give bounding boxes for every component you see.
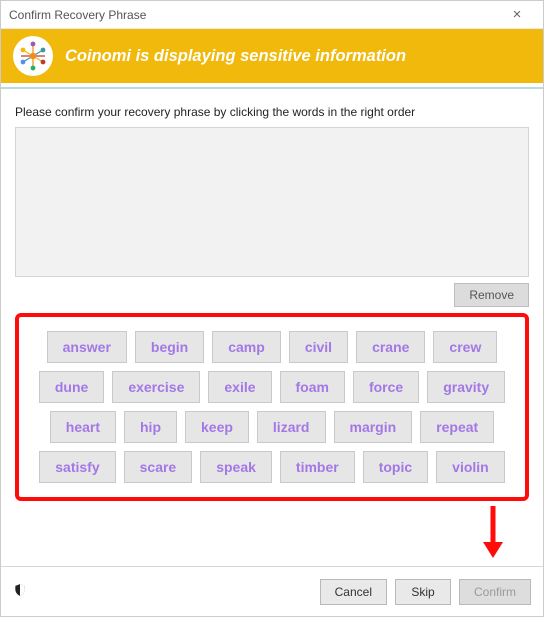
word-button-exile[interactable]: exile bbox=[208, 371, 271, 403]
word-button-crew[interactable]: crew bbox=[433, 331, 497, 363]
word-button-keep[interactable]: keep bbox=[185, 411, 249, 443]
close-icon[interactable]: × bbox=[499, 6, 535, 24]
word-button-satisfy[interactable]: satisfy bbox=[39, 451, 115, 483]
word-button-gravity[interactable]: gravity bbox=[427, 371, 505, 403]
selected-phrase-area bbox=[15, 127, 529, 277]
coinomi-logo-icon bbox=[13, 36, 53, 76]
word-button-answer[interactable]: answer bbox=[47, 331, 127, 363]
cancel-button[interactable]: Cancel bbox=[320, 579, 387, 605]
word-button-force[interactable]: force bbox=[353, 371, 419, 403]
footer-actions: Cancel Skip Confirm bbox=[320, 579, 531, 605]
banner-underline bbox=[1, 85, 543, 89]
instruction-text: Please confirm your recovery phrase by c… bbox=[15, 105, 529, 119]
remove-button[interactable]: Remove bbox=[454, 283, 529, 307]
word-button-margin[interactable]: margin bbox=[334, 411, 413, 443]
word-button-scare[interactable]: scare bbox=[124, 451, 193, 483]
window-title: Confirm Recovery Phrase bbox=[9, 8, 146, 22]
shield-icon bbox=[13, 583, 27, 600]
word-grid: answerbegincampcivilcranecrew duneexercis… bbox=[15, 313, 529, 501]
banner-title: Coinomi is displaying sensitive informat… bbox=[65, 47, 406, 66]
word-button-foam[interactable]: foam bbox=[280, 371, 345, 403]
confirm-button[interactable]: Confirm bbox=[459, 579, 531, 605]
word-button-heart[interactable]: heart bbox=[50, 411, 116, 443]
word-button-camp[interactable]: camp bbox=[212, 331, 281, 363]
word-button-dune[interactable]: dune bbox=[39, 371, 104, 403]
footer-bar: Cancel Skip Confirm bbox=[1, 566, 543, 616]
word-button-hip[interactable]: hip bbox=[124, 411, 177, 443]
warning-banner: Coinomi is displaying sensitive informat… bbox=[1, 29, 543, 83]
skip-button[interactable]: Skip bbox=[395, 579, 451, 605]
word-button-repeat[interactable]: repeat bbox=[420, 411, 494, 443]
annotation-arrow-icon bbox=[477, 502, 509, 562]
word-button-topic[interactable]: topic bbox=[363, 451, 428, 483]
word-button-begin[interactable]: begin bbox=[135, 331, 204, 363]
word-button-speak[interactable]: speak bbox=[200, 451, 272, 483]
title-bar: Confirm Recovery Phrase × bbox=[1, 1, 543, 29]
word-button-exercise[interactable]: exercise bbox=[112, 371, 200, 403]
word-button-crane[interactable]: crane bbox=[356, 331, 425, 363]
word-button-lizard[interactable]: lizard bbox=[257, 411, 326, 443]
word-button-violin[interactable]: violin bbox=[436, 451, 505, 483]
word-button-civil[interactable]: civil bbox=[289, 331, 348, 363]
word-button-timber[interactable]: timber bbox=[280, 451, 355, 483]
main-content: Please confirm your recovery phrase by c… bbox=[1, 89, 543, 509]
